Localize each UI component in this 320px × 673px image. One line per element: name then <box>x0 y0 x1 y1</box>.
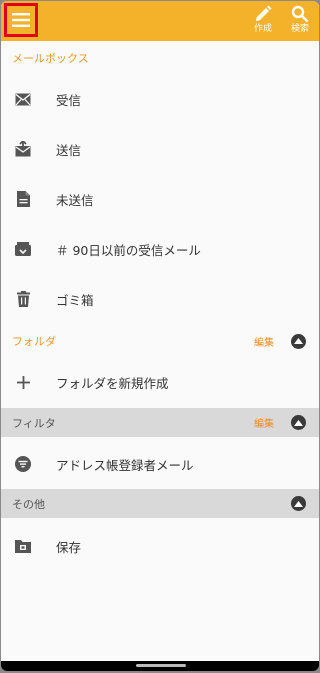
filter-section-title: フィルタ <box>12 416 56 430</box>
inbox-icon <box>14 90 32 108</box>
system-navigation-bar <box>1 661 319 671</box>
mailbox-section-header: メールボックス <box>1 41 319 75</box>
mailbox-item-label: ＃ 90日以前の受信メール <box>56 242 201 258</box>
document-icon <box>14 190 32 208</box>
folder-section-header: フォルダ 編集 <box>1 327 319 355</box>
search-icon <box>291 5 309 23</box>
filter-section-header: フィルタ 編集 <box>1 408 319 437</box>
archive-tray-icon <box>14 240 32 258</box>
chevron-up-icon <box>294 419 303 426</box>
compose-button[interactable]: 作成 <box>248 5 278 39</box>
mailbox-item-label: 未送信 <box>56 192 94 208</box>
hamburger-menu-icon <box>12 13 30 27</box>
other-item-label: 保存 <box>56 539 82 555</box>
menu-button[interactable] <box>4 3 38 37</box>
search-label: 検索 <box>290 24 309 34</box>
search-button[interactable]: 検索 <box>285 5 315 39</box>
home-gesture-handle[interactable] <box>136 664 186 667</box>
chevron-up-icon <box>294 338 303 344</box>
folder-collapse-toggle[interactable] <box>291 333 306 349</box>
mailbox-item-label: ゴミ箱 <box>56 292 94 308</box>
add-folder-label: フォルダを新規作成 <box>56 375 169 391</box>
mailbox-item-trash[interactable]: ゴミ箱 <box>1 277 319 321</box>
filter-item-address-book[interactable]: アドレス帳登録者メール <box>1 442 319 486</box>
folder-edit-link[interactable]: 編集 <box>254 334 274 349</box>
other-section-header: その他 <box>1 489 319 518</box>
other-item-saved[interactable]: 保存 <box>1 524 319 568</box>
plus-icon <box>14 373 32 391</box>
mailbox-section-title: メールボックス <box>12 52 89 65</box>
saved-folder-icon <box>14 537 32 555</box>
mailbox-item-sent[interactable]: 送信 <box>1 127 319 171</box>
filter-collapse-toggle[interactable] <box>291 415 306 430</box>
pencil-icon <box>256 5 272 21</box>
add-folder-item[interactable]: フォルダを新規作成 <box>1 360 319 404</box>
mailbox-item-archive[interactable]: ＃ 90日以前の受信メール <box>1 227 319 271</box>
mailbox-item-unsent[interactable]: 未送信 <box>1 177 319 221</box>
filter-icon <box>14 455 32 473</box>
app-bar: 作成 検索 <box>1 1 319 41</box>
filter-item-label: アドレス帳登録者メール <box>56 457 194 473</box>
other-section-title: その他 <box>12 497 45 511</box>
mailbox-item-inbox[interactable]: 受信 <box>1 77 319 121</box>
filter-edit-link[interactable]: 編集 <box>254 415 274 430</box>
drawer-screen: 作成 検索 メールボックス 受信 送信 未送信 ＃ 90日以前の受信メール ゴミ… <box>1 1 319 671</box>
trash-icon <box>14 290 32 308</box>
chevron-up-icon <box>294 500 303 507</box>
folder-section-title: フォルダ <box>12 335 56 348</box>
sent-mail-icon <box>14 140 32 158</box>
mailbox-item-label: 受信 <box>56 92 82 108</box>
mailbox-item-label: 送信 <box>56 142 82 158</box>
compose-label: 作成 <box>253 24 272 34</box>
other-collapse-toggle[interactable] <box>291 496 306 511</box>
